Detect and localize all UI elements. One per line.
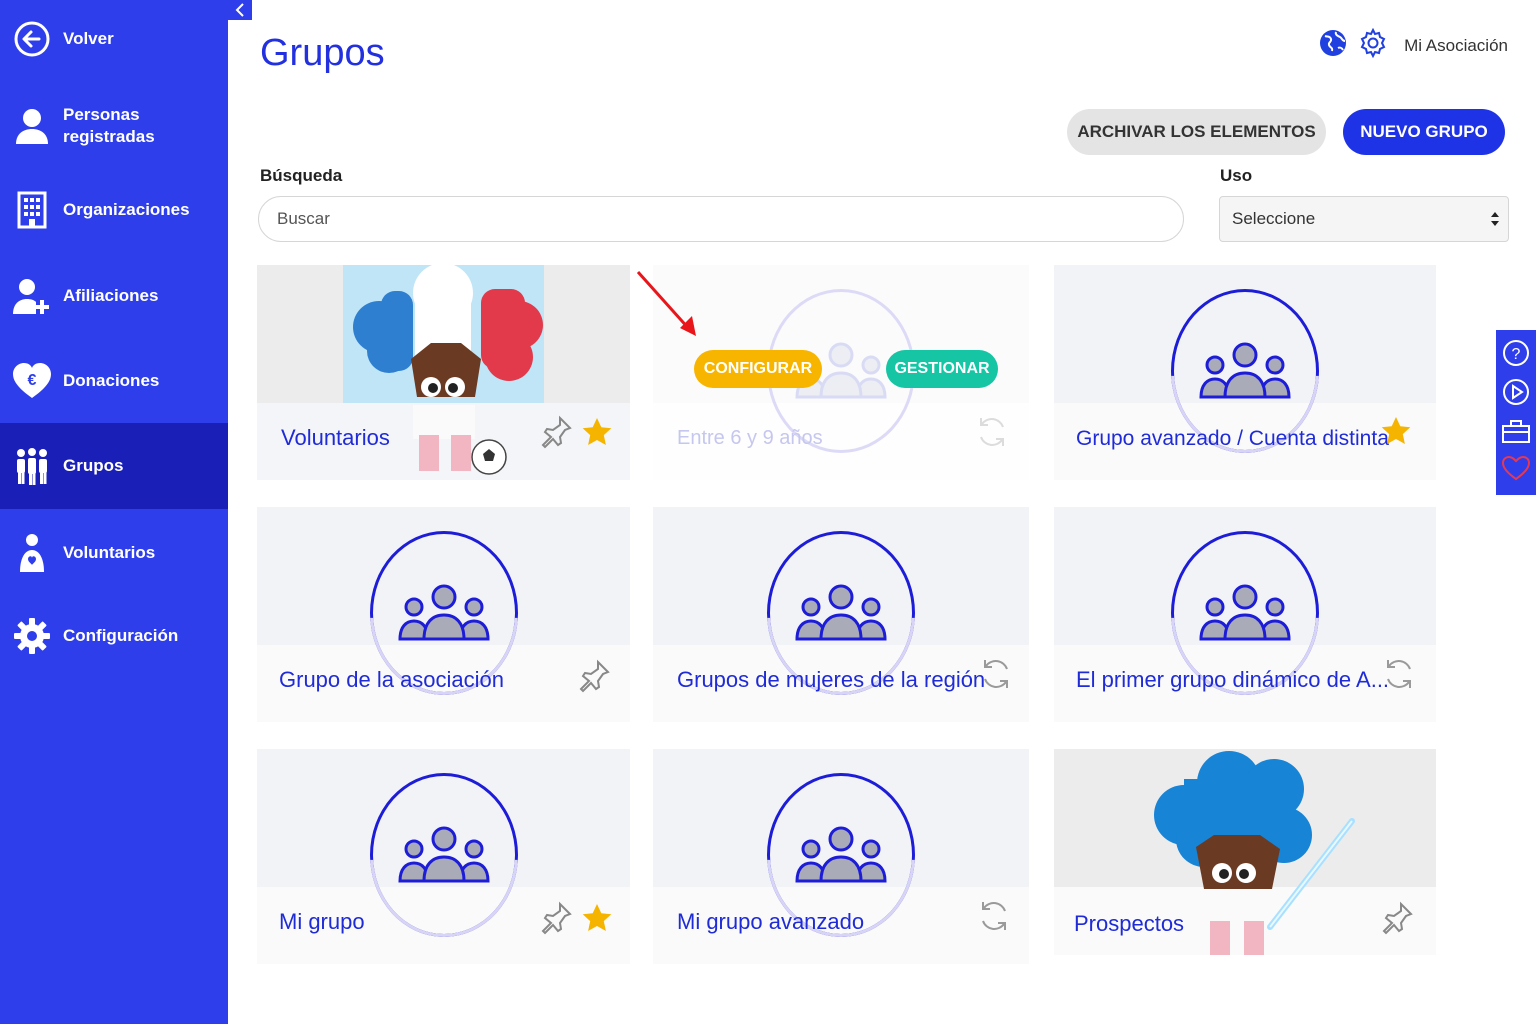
group-card-actions (1380, 901, 1414, 940)
sidebar-item-settings[interactable]: Configuración (0, 612, 228, 660)
use-selected-value: Seleccione (1232, 209, 1316, 228)
group-card[interactable]: El primer grupo dinámico de A... (1054, 507, 1436, 722)
configure-button[interactable]: CONFIGURAR (694, 350, 822, 388)
search-label: Búsqueda (260, 166, 343, 185)
group-card-actions (977, 899, 1011, 938)
chevron-left-icon (235, 3, 244, 17)
person-plus-icon (12, 276, 52, 316)
use-select[interactable]: Seleccione (1219, 196, 1509, 242)
group-card-name: Grupo de la asociación (279, 667, 505, 692)
group-card-name: El primer grupo dinámico de A... (1076, 667, 1390, 692)
globe-icon[interactable] (1318, 28, 1348, 63)
collapse-sidebar-button[interactable] (228, 0, 252, 20)
toolbox-icon[interactable] (1501, 418, 1531, 449)
group-card[interactable]: Mi grupo (257, 749, 630, 964)
people-group-icon (12, 446, 52, 486)
people-group-icon (795, 826, 887, 883)
people-group-icon (1199, 342, 1291, 399)
group-card-actions (577, 659, 611, 698)
group-card[interactable]: Mi grupo avanzado (653, 749, 1029, 964)
dynamic-sync-icon[interactable] (979, 657, 1013, 696)
dynamic-sync-icon[interactable] (977, 899, 1011, 938)
help-toolbar: ? (1496, 330, 1536, 495)
sidebar-item-people[interactable]: Personas registradas (0, 98, 228, 154)
pin-icon[interactable] (577, 659, 611, 698)
new-group-button[interactable]: NUEVO GRUPO (1343, 109, 1505, 155)
gear-icon (12, 616, 52, 656)
sidebar-item-label: Voluntarios (63, 543, 156, 562)
page-title: Grupos (260, 32, 385, 74)
person-icon (12, 106, 52, 146)
group-card-actions (539, 901, 613, 940)
sidebar-item-volunteers[interactable]: Voluntarios (0, 528, 228, 578)
play-video-icon[interactable] (1502, 378, 1530, 411)
group-card-name: Prospectos (1074, 911, 1185, 936)
heart-icon[interactable] (1501, 455, 1531, 486)
manage-button[interactable]: GESTIONAR (886, 350, 998, 388)
pin-icon[interactable] (539, 415, 573, 454)
svg-text:?: ? (1512, 346, 1521, 363)
people-group-icon (795, 584, 887, 641)
sidebar-item-label: Afiliaciones (63, 286, 159, 305)
group-card-name: Mi grupo avanzado (677, 909, 865, 934)
sidebar-item-donations[interactable]: € Donaciones (0, 356, 228, 406)
star-icon[interactable] (581, 416, 613, 453)
sidebar: Volver Personas registradas Organizacion… (0, 0, 228, 1024)
sidebar-item-organizations[interactable]: Organizaciones (0, 186, 228, 234)
group-card[interactable]: Grupos de mujeres de la región (653, 507, 1029, 722)
group-card-name: Voluntarios (281, 425, 390, 450)
group-card-actions (975, 415, 1009, 454)
heart-euro-icon: € (12, 361, 52, 401)
group-card-name: Grupo avanzado / Cuenta distinta (1076, 427, 1389, 450)
people-group-icon (397, 584, 490, 641)
group-card[interactable]: Voluntarios (257, 265, 630, 480)
group-card-actions (1382, 657, 1416, 696)
back-arrow-icon (12, 19, 52, 59)
use-label: Uso (1220, 166, 1253, 185)
sidebar-item-label: Volver (63, 29, 114, 48)
sidebar-item-label: Donaciones (63, 371, 160, 390)
group-card[interactable]: Grupo avanzado / Cuenta distinta (1054, 265, 1436, 480)
search-input[interactable]: Buscar (258, 196, 1184, 242)
star-icon[interactable] (581, 902, 613, 939)
pin-icon[interactable] (1380, 901, 1414, 940)
sidebar-item-groups[interactable]: Grupos (0, 423, 228, 509)
select-arrows-icon (1491, 212, 1499, 226)
group-card[interactable]: Prospectos (1054, 749, 1436, 955)
archive-elements-button[interactable]: ARCHIVAR LOS ELEMENTOS (1067, 109, 1326, 155)
sidebar-item-label: Configuración (63, 626, 179, 645)
group-card-actions (1380, 415, 1412, 452)
group-card-name: Grupos de mujeres de la región (677, 667, 986, 692)
settings-gear-icon[interactable] (1358, 27, 1388, 63)
top-right-controls: Mi Asociación (1318, 27, 1508, 63)
people-group-icon (397, 826, 490, 883)
pin-icon[interactable] (539, 901, 573, 940)
building-icon (12, 190, 52, 230)
sidebar-item-label: Organizaciones (63, 200, 190, 219)
group-card-actions (539, 415, 613, 454)
sidebar-item-label: Personas registradas (63, 105, 155, 146)
sidebar-item-back[interactable]: Volver (0, 14, 228, 64)
red-arrow-annotation (636, 270, 696, 336)
people-group-icon (1199, 584, 1291, 641)
help-icon[interactable]: ? (1502, 339, 1530, 372)
svg-text:€: € (28, 372, 37, 389)
group-card-name: Mi grupo (279, 909, 365, 934)
group-card-name: Entre 6 y 9 años (677, 427, 823, 449)
sidebar-item-label: Grupos (63, 456, 124, 475)
search-placeholder: Buscar (277, 209, 330, 228)
star-icon[interactable] (1380, 415, 1412, 452)
organization-name[interactable]: Mi Asociación (1404, 36, 1508, 56)
dynamic-sync-icon[interactable] (1382, 657, 1416, 696)
sidebar-item-affiliations[interactable]: Afiliaciones (0, 272, 228, 320)
group-card[interactable]: Grupo de la asociación (257, 507, 630, 722)
group-card[interactable]: CONFIGURAR GESTIONAR Entre 6 y 9 años (653, 265, 1029, 480)
dynamic-sync-icon[interactable] (975, 415, 1009, 454)
volunteer-icon (12, 533, 52, 573)
group-card-actions (979, 657, 1013, 696)
